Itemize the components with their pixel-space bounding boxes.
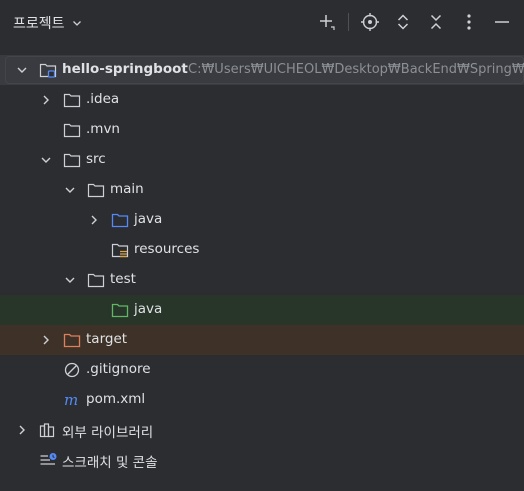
tree-item-hello-springboot[interactable]: hello-springboot C:₩Users₩UICHEOL₩Deskto…	[0, 55, 524, 85]
expand-collapse-icon	[397, 14, 409, 30]
tree-label: 스크래치 및 콘솔	[62, 455, 158, 471]
add-button[interactable]	[315, 10, 339, 34]
tree-item-target[interactable]: target	[0, 325, 524, 355]
collapse-all-icon	[430, 14, 442, 30]
project-view-selector[interactable]: 프로젝트	[13, 13, 83, 33]
tree-item-pom[interactable]: m pom.xml	[0, 385, 524, 415]
scratches-icon	[40, 453, 57, 465]
chevron-right-icon[interactable]	[88, 214, 100, 226]
project-name: hello-springboot	[62, 61, 188, 77]
tree-item-gitignore[interactable]: .gitignore	[0, 355, 524, 385]
resources-folder-icon	[111, 243, 129, 258]
tree-item-test[interactable]: test	[0, 265, 524, 295]
toolbar	[306, 10, 514, 34]
more-options-icon	[467, 14, 471, 30]
more-options-button[interactable]	[457, 10, 481, 34]
tree-item-mvn[interactable]: .mvn	[0, 115, 524, 145]
project-tree: hello-springboot C:₩Users₩UICHEOL₩Deskto…	[0, 55, 524, 475]
tree-item-resources[interactable]: resources	[0, 235, 524, 265]
add-icon	[320, 15, 335, 30]
tree-item-main-java[interactable]: java	[0, 205, 524, 235]
module-folder-icon	[39, 63, 57, 78]
library-icon	[39, 423, 55, 438]
tree-item-src[interactable]: src	[0, 145, 524, 175]
ignore-file-icon	[64, 362, 80, 378]
maven-icon: m	[64, 392, 78, 408]
tree-item-main[interactable]: main	[0, 175, 524, 205]
folder-label: .idea	[86, 91, 120, 107]
folder-icon	[87, 273, 105, 288]
file-label: pom.xml	[86, 391, 146, 407]
folder-icon	[63, 123, 81, 138]
chevron-down-icon[interactable]	[64, 274, 76, 286]
chevron-down-icon	[72, 21, 81, 26]
tool-window-header: 프로젝트	[0, 0, 524, 44]
header-title: 프로젝트	[13, 16, 65, 32]
chevron-down-icon[interactable]	[40, 154, 52, 166]
tree-item-test-java[interactable]: java	[0, 295, 524, 325]
folder-label: resources	[134, 241, 200, 257]
chevron-right-icon[interactable]	[40, 334, 52, 346]
tree-item-external-libraries[interactable]: 외부 라이브러리	[0, 415, 524, 445]
chevron-down-icon[interactable]	[64, 184, 76, 196]
tree-label: 외부 라이브러리	[62, 425, 154, 441]
locate-button[interactable]	[358, 10, 382, 34]
folder-label: target	[86, 331, 128, 347]
folder-label: java	[134, 301, 163, 317]
test-folder-icon	[111, 303, 129, 318]
folder-label: .mvn	[86, 121, 120, 137]
svg-text:m: m	[64, 392, 78, 408]
locate-icon	[361, 13, 379, 31]
folder-label: src	[86, 151, 106, 167]
chevron-right-icon[interactable]	[40, 94, 52, 106]
folder-label: main	[110, 181, 144, 197]
file-label: .gitignore	[86, 361, 151, 377]
folder-label: test	[110, 271, 136, 287]
tree-item-scratches[interactable]: 스크래치 및 콘솔	[0, 445, 524, 475]
excluded-folder-icon	[63, 333, 81, 348]
hide-button[interactable]	[490, 10, 514, 34]
folder-label: java	[134, 211, 163, 227]
toolbar-separator	[348, 13, 349, 31]
source-folder-icon	[111, 213, 129, 228]
folder-icon	[63, 93, 81, 108]
chevron-down-icon[interactable]	[16, 64, 28, 76]
collapse-all-button[interactable]	[424, 10, 448, 34]
chevron-right-icon[interactable]	[16, 424, 28, 436]
project-path: C:₩Users₩UICHEOL₩Desktop₩BackEnd₩Spring₩	[188, 62, 524, 77]
hide-icon	[495, 21, 509, 23]
folder-icon	[87, 183, 105, 198]
folder-icon	[63, 153, 81, 168]
tree-item-idea[interactable]: .idea	[0, 85, 524, 115]
expand-all-button[interactable]	[391, 10, 415, 34]
